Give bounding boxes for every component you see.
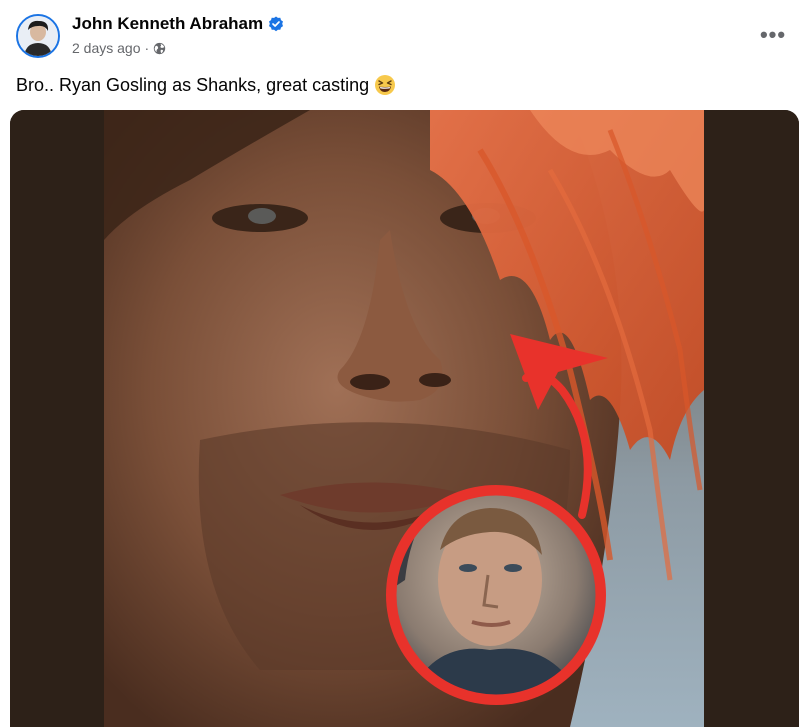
- author-name[interactable]: John Kenneth Abraham: [72, 14, 263, 34]
- more-options-button[interactable]: •••: [755, 20, 791, 50]
- globe-icon[interactable]: [153, 42, 166, 55]
- author-row: John Kenneth Abraham: [72, 14, 284, 34]
- author-avatar[interactable]: [16, 14, 60, 58]
- verified-badge-icon: [268, 16, 284, 32]
- post-timestamp[interactable]: 2 days ago: [72, 40, 141, 56]
- facebook-post: John Kenneth Abraham 2 days ago · ••• Br…: [0, 0, 809, 727]
- grinning-squinting-face-emoji-icon: [374, 74, 396, 96]
- post-photo-image: [10, 110, 799, 727]
- post-caption: Bro.. Ryan Gosling as Shanks, great cast…: [16, 74, 396, 96]
- post-photo[interactable]: [10, 110, 799, 727]
- avatar-image: [18, 16, 58, 56]
- more-options-icon: •••: [759, 22, 787, 47]
- caption-text: Bro.. Ryan Gosling as Shanks, great cast…: [16, 74, 370, 95]
- meta-separator: ·: [144, 40, 150, 56]
- post-meta: 2 days ago ·: [72, 40, 166, 56]
